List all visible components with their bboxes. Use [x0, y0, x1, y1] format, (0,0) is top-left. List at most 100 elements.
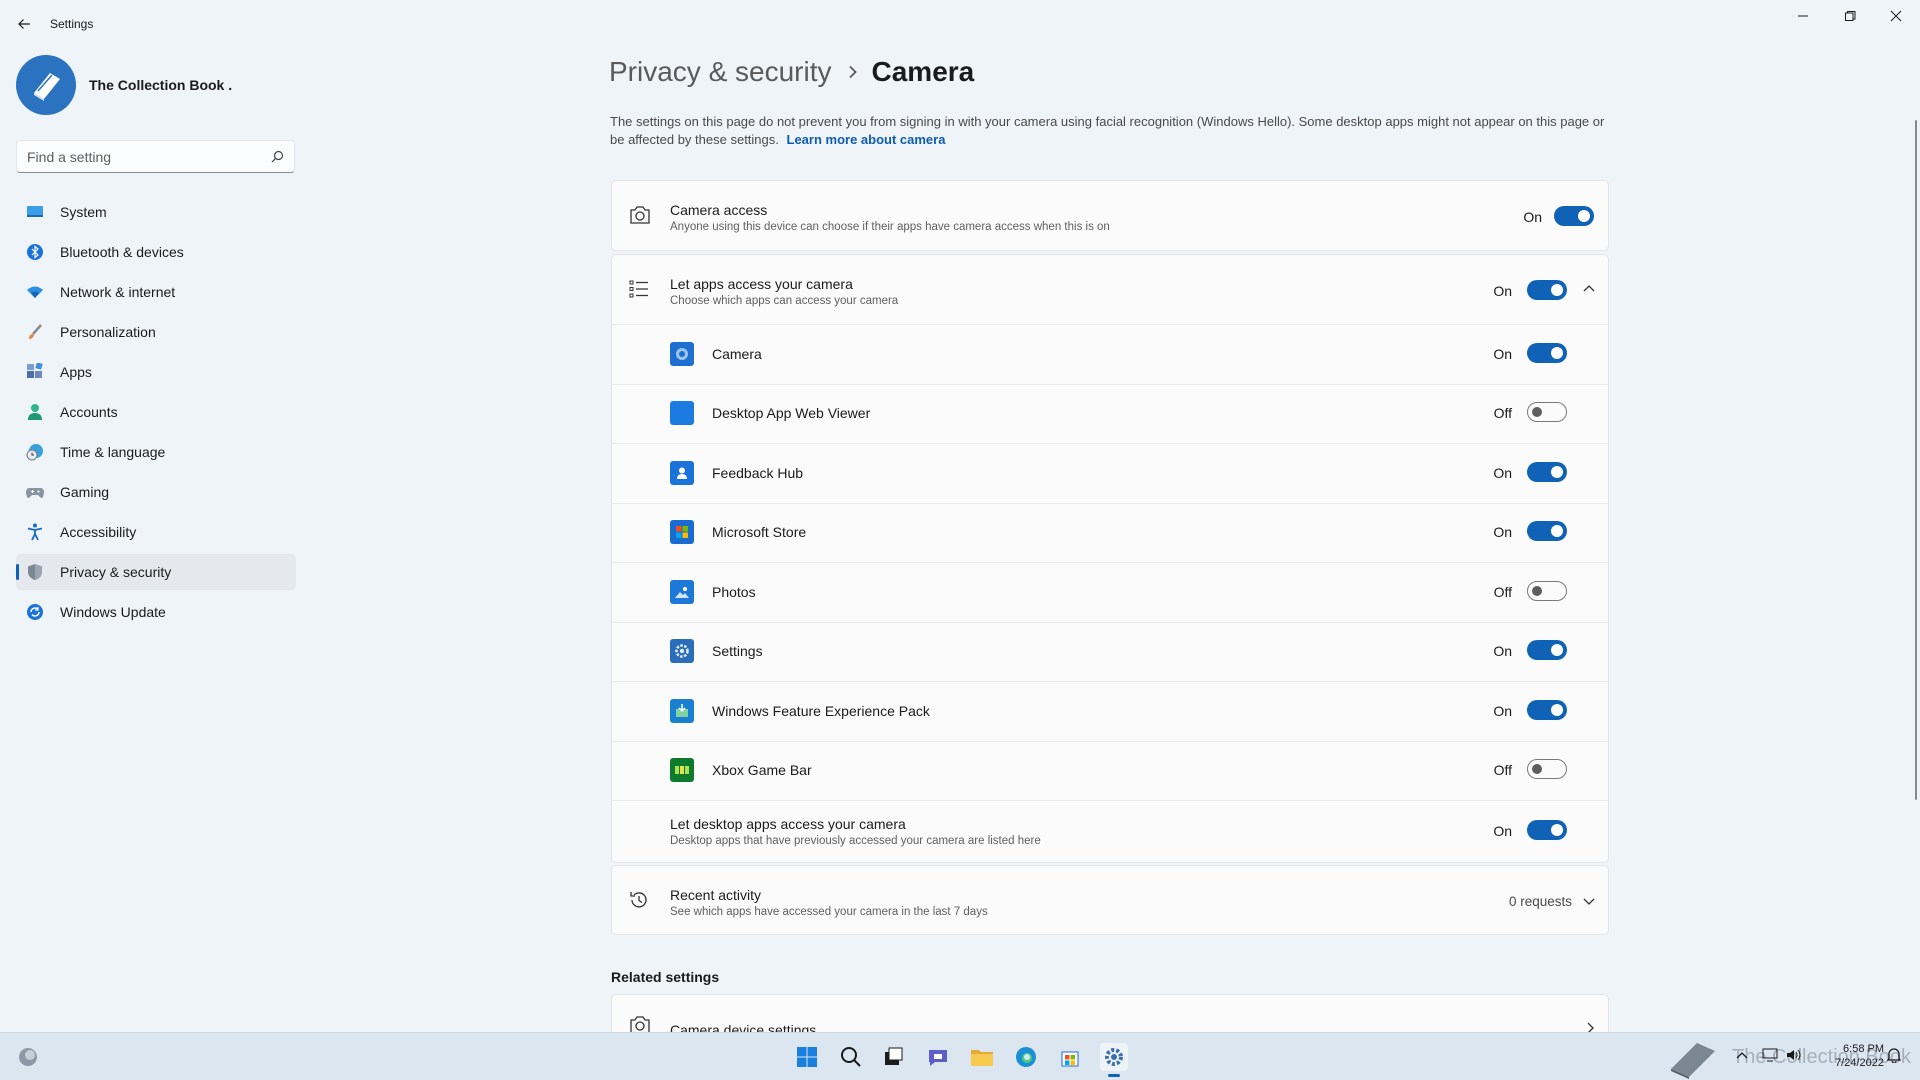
description-text: The settings on this page do not prevent…: [610, 114, 1605, 147]
sidebar-item-accounts[interactable]: Accounts: [16, 394, 296, 430]
gamepad-icon: [26, 488, 44, 498]
app-toggle-desktop-web-viewer[interactable]: [1527, 402, 1567, 422]
desktop-apps-row: Let desktop apps access your camera Desk…: [612, 801, 1608, 862]
weather-icon: [19, 1048, 37, 1066]
let-apps-row[interactable]: Let apps access your camera Choose which…: [612, 255, 1608, 324]
sidebar-item-label: Bluetooth & devices: [60, 244, 184, 260]
xbox-game-bar-icon: [670, 758, 694, 782]
let-apps-card: Let apps access your camera Choose which…: [611, 254, 1609, 863]
file-explorer-button[interactable]: [968, 1043, 996, 1071]
sidebar-item-label: Windows Update: [60, 604, 166, 620]
app-toggle-feature-experience-pack[interactable]: [1527, 700, 1567, 720]
settings-app-icon: [670, 639, 694, 663]
system-clock[interactable]: 6:58 PM 7/24/2022: [1835, 1042, 1884, 1070]
app-toggle-camera[interactable]: [1527, 343, 1567, 363]
minimize-icon: [1798, 15, 1808, 17]
search-icon[interactable]: [271, 150, 284, 163]
breadcrumb-parent[interactable]: Privacy & security: [609, 56, 832, 88]
sidebar-item-accessibility[interactable]: Accessibility: [16, 514, 296, 550]
camera-access-subtitle: Anyone using this device can choose if t…: [670, 221, 1110, 233]
sidebar-item-label: Privacy & security: [60, 564, 172, 580]
desktop-apps-toggle[interactable]: [1527, 820, 1567, 840]
settings-taskbar-button[interactable]: [1100, 1043, 1128, 1077]
store-button[interactable]: [1056, 1043, 1084, 1071]
camera-app-icon: [670, 342, 694, 366]
app-toggle-settings[interactable]: [1527, 640, 1567, 660]
sidebar-item-system[interactable]: System: [16, 194, 296, 230]
tray-overflow-button[interactable]: [1732, 1045, 1752, 1065]
taskbar-search-button[interactable]: [837, 1043, 865, 1071]
bluetooth-icon: [27, 244, 43, 260]
brush-icon: [29, 324, 42, 339]
recent-activity-subtitle: See which apps have accessed your camera…: [670, 906, 988, 918]
app-name: Photos: [712, 584, 756, 600]
sidebar-item-bluetooth[interactable]: Bluetooth & devices: [16, 234, 296, 270]
close-button[interactable]: [1873, 0, 1919, 32]
wifi-icon: [27, 286, 43, 298]
learn-more-link[interactable]: Learn more about camera: [787, 132, 946, 147]
app-toggle-photos[interactable]: [1527, 581, 1567, 601]
sidebar-item-windows-update[interactable]: Windows Update: [16, 594, 296, 630]
restore-button[interactable]: [1827, 0, 1873, 32]
app-name: Feedback Hub: [712, 465, 804, 481]
feature-pack-icon: [670, 699, 694, 723]
sidebar-item-label: Accounts: [60, 404, 118, 420]
network-tray-button[interactable]: [1760, 1045, 1780, 1065]
restore-icon: [1845, 11, 1856, 21]
user-profile[interactable]: The Collection Book .: [16, 55, 232, 115]
chat-button[interactable]: [924, 1043, 952, 1071]
feedback-hub-icon: [670, 461, 694, 485]
chevron-up-icon[interactable]: [1583, 284, 1595, 294]
breadcrumb-chevron-icon: [848, 65, 858, 79]
app-toggle-xbox-game-bar[interactable]: [1527, 759, 1567, 779]
camera-icon: [630, 206, 650, 224]
sidebar-item-label: Apps: [60, 364, 92, 380]
sidebar-item-personalization[interactable]: Personalization: [16, 314, 296, 350]
clock-date: 7/24/2022: [1835, 1057, 1884, 1069]
sidebar-item-time-language[interactable]: Time & language: [16, 434, 296, 470]
chevron-down-icon[interactable]: [1583, 896, 1595, 906]
edge-button[interactable]: [1012, 1043, 1040, 1071]
app-row-feature-experience-pack: Windows Feature Experience Pack On: [612, 682, 1608, 741]
search-box[interactable]: [16, 140, 295, 173]
notification-bell-icon: [1887, 1048, 1901, 1063]
widgets-button[interactable]: [14, 1043, 42, 1071]
apps-icon: [27, 363, 43, 378]
photos-icon: [670, 580, 694, 604]
search-input[interactable]: [17, 141, 257, 172]
title-bar: Settings: [0, 0, 1920, 48]
sidebar-item-network[interactable]: Network & internet: [16, 274, 296, 310]
sidebar-item-gaming[interactable]: Gaming: [16, 474, 296, 510]
close-icon: [1890, 10, 1902, 22]
sidebar-item-label: Accessibility: [60, 524, 137, 540]
recent-activity-card[interactable]: Recent activity See which apps have acce…: [611, 865, 1609, 935]
app-toggle-feedback-hub[interactable]: [1527, 462, 1567, 482]
store-icon: [670, 520, 694, 544]
app-toggle-microsoft-store[interactable]: [1527, 521, 1567, 541]
sidebar-item-apps[interactable]: Apps: [16, 354, 296, 390]
app-row-xbox-game-bar: Xbox Game Bar Off: [612, 742, 1608, 800]
requests-count: 0 requests: [1508, 894, 1572, 909]
let-apps-title: Let apps access your camera: [670, 276, 853, 292]
sidebar-item-privacy-security[interactable]: Privacy & security: [16, 554, 296, 590]
task-view-button[interactable]: [879, 1043, 907, 1071]
minimize-button[interactable]: [1780, 0, 1826, 32]
let-apps-toggle[interactable]: [1527, 280, 1567, 300]
camera-device-settings-card[interactable]: Camera device settings: [611, 994, 1609, 1034]
app-row-desktop-web-viewer: Desktop App Web Viewer Off: [612, 385, 1608, 443]
back-arrow-icon: [18, 19, 30, 29]
accessibility-icon: [27, 523, 43, 541]
scrollbar[interactable]: [1915, 120, 1917, 800]
let-apps-state: On: [1493, 283, 1512, 299]
camera-access-title: Camera access: [670, 202, 768, 218]
clock-globe-icon: [26, 444, 43, 461]
notifications-button[interactable]: [1884, 1045, 1904, 1065]
person-icon: [28, 404, 42, 420]
start-button[interactable]: [793, 1043, 821, 1071]
active-indicator: [1108, 1074, 1120, 1077]
volume-tray-button[interactable]: [1784, 1045, 1804, 1065]
desktop-apps-subtitle: Desktop apps that have previously access…: [670, 835, 1041, 847]
camera-access-toggle[interactable]: [1554, 206, 1594, 226]
back-button[interactable]: [10, 10, 38, 38]
breadcrumb: Privacy & security Camera: [609, 56, 974, 88]
